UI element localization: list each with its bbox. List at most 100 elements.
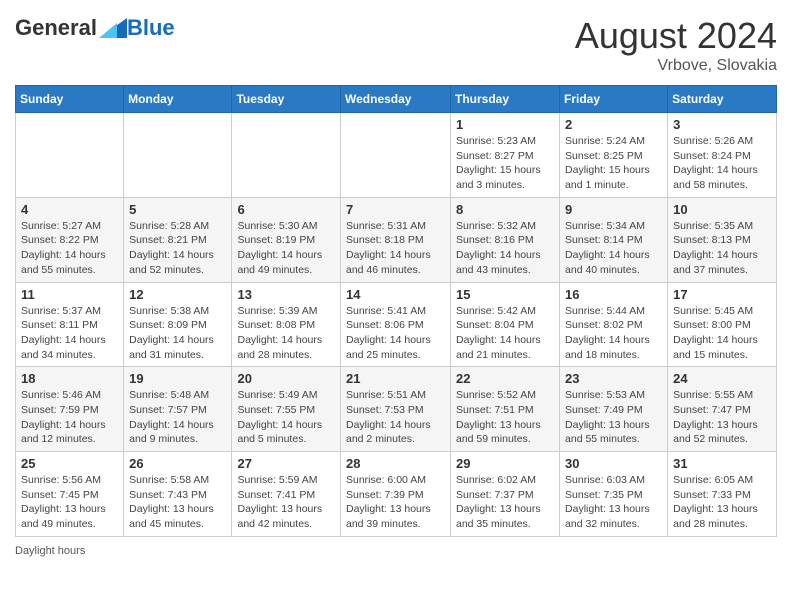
calendar-cell: 6 Sunrise: 5:30 AMSunset: 8:19 PMDaylight… [232,197,341,282]
day-info: Sunrise: 5:30 AMSunset: 8:19 PMDaylight:… [237,219,335,278]
day-number: 14 [346,287,445,302]
calendar-week-row: 11 Sunrise: 5:37 AMSunset: 8:11 PMDayligh… [16,282,777,367]
day-info: Sunrise: 5:56 AMSunset: 7:45 PMDaylight:… [21,473,118,532]
day-number: 30 [565,456,662,471]
day-info: Sunrise: 5:59 AMSunset: 7:41 PMDaylight:… [237,473,335,532]
day-info: Sunrise: 5:32 AMSunset: 8:16 PMDaylight:… [456,219,554,278]
day-number: 20 [237,371,335,386]
day-info: Sunrise: 5:49 AMSunset: 7:55 PMDaylight:… [237,388,335,447]
day-number: 21 [346,371,445,386]
day-info: Sunrise: 5:35 AMSunset: 8:13 PMDaylight:… [673,219,771,278]
day-number: 27 [237,456,335,471]
day-info: Sunrise: 5:37 AMSunset: 8:11 PMDaylight:… [21,304,118,363]
title-block: August 2024 Vrbove, Slovakia [575,15,777,75]
calendar-cell: 27 Sunrise: 5:59 AMSunset: 7:41 PMDayligh… [232,452,341,537]
day-number: 12 [129,287,226,302]
weekday-header: Sunday [16,86,124,113]
day-info: Sunrise: 5:24 AMSunset: 8:25 PMDaylight:… [565,134,662,193]
day-info: Sunrise: 5:55 AMSunset: 7:47 PMDaylight:… [673,388,771,447]
day-number: 11 [21,287,118,302]
calendar-cell: 26 Sunrise: 5:58 AMSunset: 7:43 PMDayligh… [124,452,232,537]
calendar-week-row: 18 Sunrise: 5:46 AMSunset: 7:59 PMDayligh… [16,367,777,452]
day-info: Sunrise: 5:52 AMSunset: 7:51 PMDaylight:… [456,388,554,447]
calendar-cell: 31 Sunrise: 6:05 AMSunset: 7:33 PMDayligh… [668,452,777,537]
calendar-cell: 17 Sunrise: 5:45 AMSunset: 8:00 PMDayligh… [668,282,777,367]
weekday-header: Saturday [668,86,777,113]
calendar-cell: 13 Sunrise: 5:39 AMSunset: 8:08 PMDayligh… [232,282,341,367]
day-number: 24 [673,371,771,386]
day-info: Sunrise: 5:44 AMSunset: 8:02 PMDaylight:… [565,304,662,363]
weekday-header-row: SundayMondayTuesdayWednesdayThursdayFrid… [16,86,777,113]
calendar-cell: 10Sunrise: 5:35 AMSunset: 8:13 PMDayligh… [668,197,777,282]
calendar-cell: 2 Sunrise: 5:24 AMSunset: 8:25 PMDaylight… [560,113,668,198]
calendar-cell: 5 Sunrise: 5:28 AMSunset: 8:21 PMDaylight… [124,197,232,282]
day-number: 28 [346,456,445,471]
calendar-cell: 25Sunrise: 5:56 AMSunset: 7:45 PMDayligh… [16,452,124,537]
day-number: 8 [456,202,554,217]
day-number: 13 [237,287,335,302]
calendar-cell: 15 Sunrise: 5:42 AMSunset: 8:04 PMDayligh… [451,282,560,367]
calendar-cell: 18 Sunrise: 5:46 AMSunset: 7:59 PMDayligh… [16,367,124,452]
day-number: 26 [129,456,226,471]
calendar-cell: 7Sunrise: 5:31 AMSunset: 8:18 PMDaylight… [341,197,451,282]
day-number: 19 [129,371,226,386]
day-number: 23 [565,371,662,386]
day-info: Sunrise: 5:48 AMSunset: 7:57 PMDaylight:… [129,388,226,447]
day-info: Sunrise: 6:02 AMSunset: 7:37 PMDaylight:… [456,473,554,532]
logo: General Blue [15,15,175,41]
day-number: 2 [565,117,662,132]
month-year-title: August 2024 [575,15,777,57]
calendar-cell: 23 Sunrise: 5:53 AMSunset: 7:49 PMDayligh… [560,367,668,452]
day-info: Sunrise: 6:03 AMSunset: 7:35 PMDaylight:… [565,473,662,532]
weekday-header: Tuesday [232,86,341,113]
day-number: 15 [456,287,554,302]
calendar-cell: 29 Sunrise: 6:02 AMSunset: 7:37 PMDayligh… [451,452,560,537]
weekday-header: Friday [560,86,668,113]
day-info: Sunrise: 5:23 AMSunset: 8:27 PMDaylight:… [456,134,554,193]
calendar-cell [124,113,232,198]
calendar-cell: 1Sunrise: 5:23 AMSunset: 8:27 PMDaylight… [451,113,560,198]
calendar-cell: 22 Sunrise: 5:52 AMSunset: 7:51 PMDayligh… [451,367,560,452]
day-info: Sunrise: 5:26 AMSunset: 8:24 PMDaylight:… [673,134,771,193]
weekday-header: Thursday [451,86,560,113]
day-info: Sunrise: 5:53 AMSunset: 7:49 PMDaylight:… [565,388,662,447]
day-number: 22 [456,371,554,386]
day-number: 17 [673,287,771,302]
day-number: 7 [346,202,445,217]
calendar-cell: 19 Sunrise: 5:48 AMSunset: 7:57 PMDayligh… [124,367,232,452]
calendar-cell [16,113,124,198]
calendar-cell: 21Sunrise: 5:51 AMSunset: 7:53 PMDayligh… [341,367,451,452]
calendar-cell: 3Sunrise: 5:26 AMSunset: 8:24 PMDaylight… [668,113,777,198]
calendar-week-row: 1Sunrise: 5:23 AMSunset: 8:27 PMDaylight… [16,113,777,198]
day-info: Sunrise: 5:39 AMSunset: 8:08 PMDaylight:… [237,304,335,363]
day-number: 4 [21,202,118,217]
day-number: 5 [129,202,226,217]
day-info: Sunrise: 5:34 AMSunset: 8:14 PMDaylight:… [565,219,662,278]
day-info: Sunrise: 5:41 AMSunset: 8:06 PMDaylight:… [346,304,445,363]
day-info: Sunrise: 6:00 AMSunset: 7:39 PMDaylight:… [346,473,445,532]
calendar-week-row: 4Sunrise: 5:27 AMSunset: 8:22 PMDaylight… [16,197,777,282]
day-number: 18 [21,371,118,386]
calendar-week-row: 25Sunrise: 5:56 AMSunset: 7:45 PMDayligh… [16,452,777,537]
day-info: Sunrise: 5:42 AMSunset: 8:04 PMDaylight:… [456,304,554,363]
day-info: Sunrise: 5:45 AMSunset: 8:00 PMDaylight:… [673,304,771,363]
day-info: Sunrise: 5:28 AMSunset: 8:21 PMDaylight:… [129,219,226,278]
page-header: General Blue August 2024 Vrbove, Slovaki… [15,15,777,75]
weekday-header: Monday [124,86,232,113]
calendar-cell: 9Sunrise: 5:34 AMSunset: 8:14 PMDaylight… [560,197,668,282]
day-number: 31 [673,456,771,471]
day-info: Sunrise: 6:05 AMSunset: 7:33 PMDaylight:… [673,473,771,532]
calendar-cell: 16 Sunrise: 5:44 AMSunset: 8:02 PMDayligh… [560,282,668,367]
calendar-cell [232,113,341,198]
logo-blue-text: Blue [127,15,175,41]
calendar-cell [341,113,451,198]
calendar-cell: 28 Sunrise: 6:00 AMSunset: 7:39 PMDayligh… [341,452,451,537]
day-number: 29 [456,456,554,471]
day-info: Sunrise: 5:46 AMSunset: 7:59 PMDaylight:… [21,388,118,447]
day-info: Sunrise: 5:38 AMSunset: 8:09 PMDaylight:… [129,304,226,363]
weekday-header: Wednesday [341,86,451,113]
footer: Daylight hours [15,545,777,557]
day-info: Sunrise: 5:58 AMSunset: 7:43 PMDaylight:… [129,473,226,532]
day-number: 6 [237,202,335,217]
day-number: 16 [565,287,662,302]
